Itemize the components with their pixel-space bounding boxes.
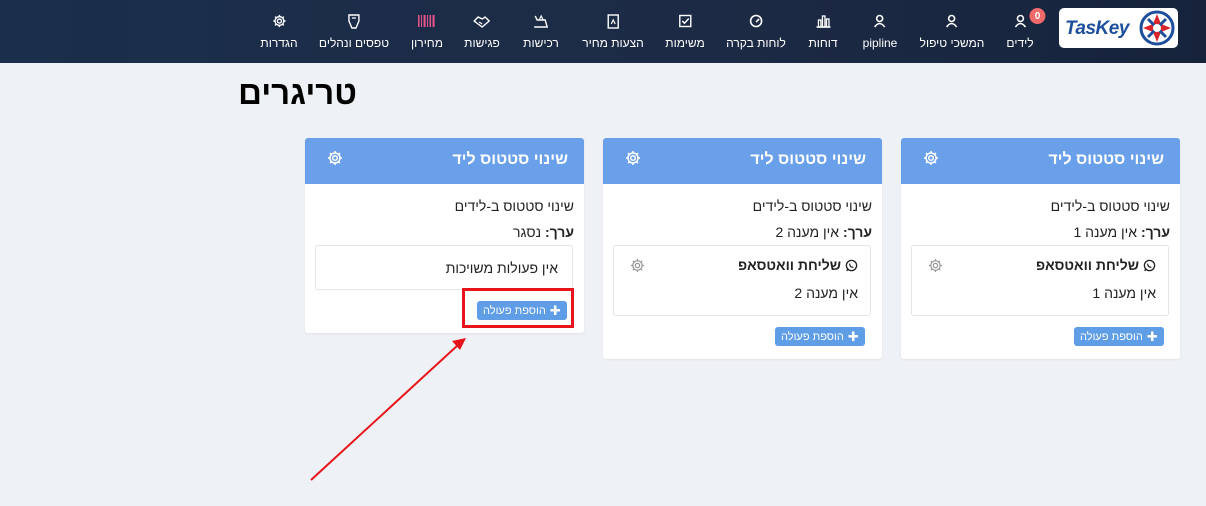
nav-label: לוחות בקרה — [726, 36, 786, 50]
trigger-title: שינוי סטטוס ליד — [750, 151, 866, 168]
person-icon — [873, 12, 887, 30]
trigger-value: ערך: אין מענה 1 — [1073, 224, 1170, 240]
person-icon — [945, 12, 959, 30]
plus-icon: ✚ — [847, 329, 859, 344]
nav-label: דוחות — [808, 36, 838, 50]
nav-label: מחירון — [411, 36, 443, 50]
add-action-label: הוספת פעולה — [781, 330, 844, 343]
page-title: טריגרים — [238, 74, 357, 111]
action-title: שליחת וואטסאפ — [1036, 257, 1156, 273]
nav-label: לידים — [1006, 36, 1034, 50]
no-actions-text: אין פעולות משויכות — [445, 260, 558, 276]
nav-item-purchases[interactable]: רכישות — [523, 12, 559, 52]
add-action-label: הוספת פעולה — [1080, 330, 1143, 343]
leads-count-badge: 0 — [1029, 8, 1046, 24]
person-icon — [1013, 12, 1027, 30]
highlight-box — [462, 288, 574, 328]
value-text: אין מענה 2 — [775, 224, 840, 240]
top-navbar: TasKey 0 לידים המשכי טיפול pipline דוחות — [0, 0, 1206, 63]
trigger-description: שינוי סטטוס ב-לידים — [752, 198, 872, 214]
checkbox-icon — [678, 12, 692, 30]
value-text: נסגר — [513, 224, 542, 240]
trigger-value: ערך: נסגר — [513, 224, 574, 240]
add-action-button[interactable]: ✚ הוספת פעולה — [1074, 327, 1164, 346]
action-subtitle: אין מענה 1 — [1092, 285, 1156, 301]
bar-chart-icon — [815, 12, 831, 30]
trigger-card: שינוי סטטוס ליד שינוי סטטוס ב-לידים ערך:… — [901, 138, 1180, 359]
logo-mark-icon — [1139, 10, 1175, 46]
no-actions-box: אין פעולות משויכות — [315, 245, 573, 290]
value-label: ערך: — [842, 224, 872, 240]
nav-label: משימות — [665, 36, 705, 50]
action-title-text: שליחת וואטסאפ — [737, 257, 841, 273]
trigger-card-header: שינוי סטטוס ליד — [901, 138, 1180, 184]
plus-icon: ✚ — [1146, 329, 1158, 344]
value-label: ערך: — [544, 224, 574, 240]
nav-item-meetings[interactable]: פגישות — [464, 12, 500, 52]
trigger-card-header: שינוי סטטוס ליד — [305, 138, 584, 184]
add-action-button[interactable]: ✚ הוספת פעולה — [775, 327, 865, 346]
value-text: אין מענה 1 — [1073, 224, 1138, 240]
nav-item-tasks[interactable]: משימות — [665, 12, 705, 52]
nav-item-forms[interactable]: טפסים ונהלים — [319, 12, 389, 52]
nav-item-reports[interactable]: דוחות — [808, 12, 838, 52]
trigger-card-header: שינוי סטטוס ליד — [603, 138, 882, 184]
nav-item-pricelist[interactable]: מחירון — [411, 12, 443, 52]
logo-text: TasKey — [1065, 18, 1129, 39]
nav-label: פגישות — [464, 36, 500, 50]
document-icon — [607, 12, 619, 30]
action-item[interactable]: שליחת וואטסאפ אין מענה 2 — [613, 245, 871, 316]
nav-label: רכישות — [523, 36, 559, 50]
nav-item-leads[interactable]: 0 לידים — [1006, 8, 1046, 52]
nav-item-dashboards[interactable]: לוחות בקרה — [726, 12, 786, 52]
cart-icon — [533, 12, 549, 30]
barcode-icon — [418, 12, 436, 30]
action-title-text: שליחת וואטסאפ — [1035, 257, 1139, 273]
value-label: ערך: — [1140, 224, 1170, 240]
nav-label: טפסים ונהלים — [318, 36, 390, 50]
nav-item-quotes[interactable]: הצעות מחיר — [582, 12, 644, 52]
nav-item-followup[interactable]: המשכי טיפול — [919, 12, 985, 52]
gear-icon[interactable] — [923, 150, 939, 166]
gear-icon — [272, 12, 286, 30]
nav-label: הצעות מחיר — [582, 36, 644, 50]
form-icon — [348, 12, 360, 30]
nav-item-settings[interactable]: הגדרות — [260, 12, 298, 52]
gear-icon[interactable] — [327, 150, 343, 166]
trigger-description: שינוי סטטוס ב-לידים — [1050, 198, 1170, 214]
action-subtitle: אין מענה 2 — [794, 285, 858, 301]
trigger-description: שינוי סטטוס ב-לידים — [454, 198, 574, 214]
trigger-card: שינוי סטטוס ליד שינוי סטטוס ב-לידים ערך:… — [603, 138, 882, 359]
trigger-title: שינוי סטטוס ליד — [452, 151, 568, 168]
nav-label: pipline — [862, 36, 898, 50]
action-title: שליחת וואטסאפ — [738, 257, 858, 273]
gauge-icon — [749, 12, 763, 30]
whatsapp-icon — [845, 259, 858, 271]
whatsapp-icon — [1143, 259, 1156, 271]
nav-label: המשכי טיפול — [919, 36, 985, 50]
gear-icon[interactable] — [630, 258, 645, 273]
nav-label: הגדרות — [260, 36, 298, 50]
trigger-value: ערך: אין מענה 2 — [775, 224, 872, 240]
gear-icon[interactable] — [625, 150, 641, 166]
nav-item-pipeline[interactable]: pipline — [862, 12, 898, 52]
handshake-icon — [473, 12, 491, 30]
app-logo[interactable]: TasKey — [1059, 8, 1178, 48]
action-item[interactable]: שליחת וואטסאפ אין מענה 1 — [911, 245, 1169, 316]
trigger-title: שינוי סטטוס ליד — [1048, 151, 1164, 168]
gear-icon[interactable] — [928, 258, 943, 273]
